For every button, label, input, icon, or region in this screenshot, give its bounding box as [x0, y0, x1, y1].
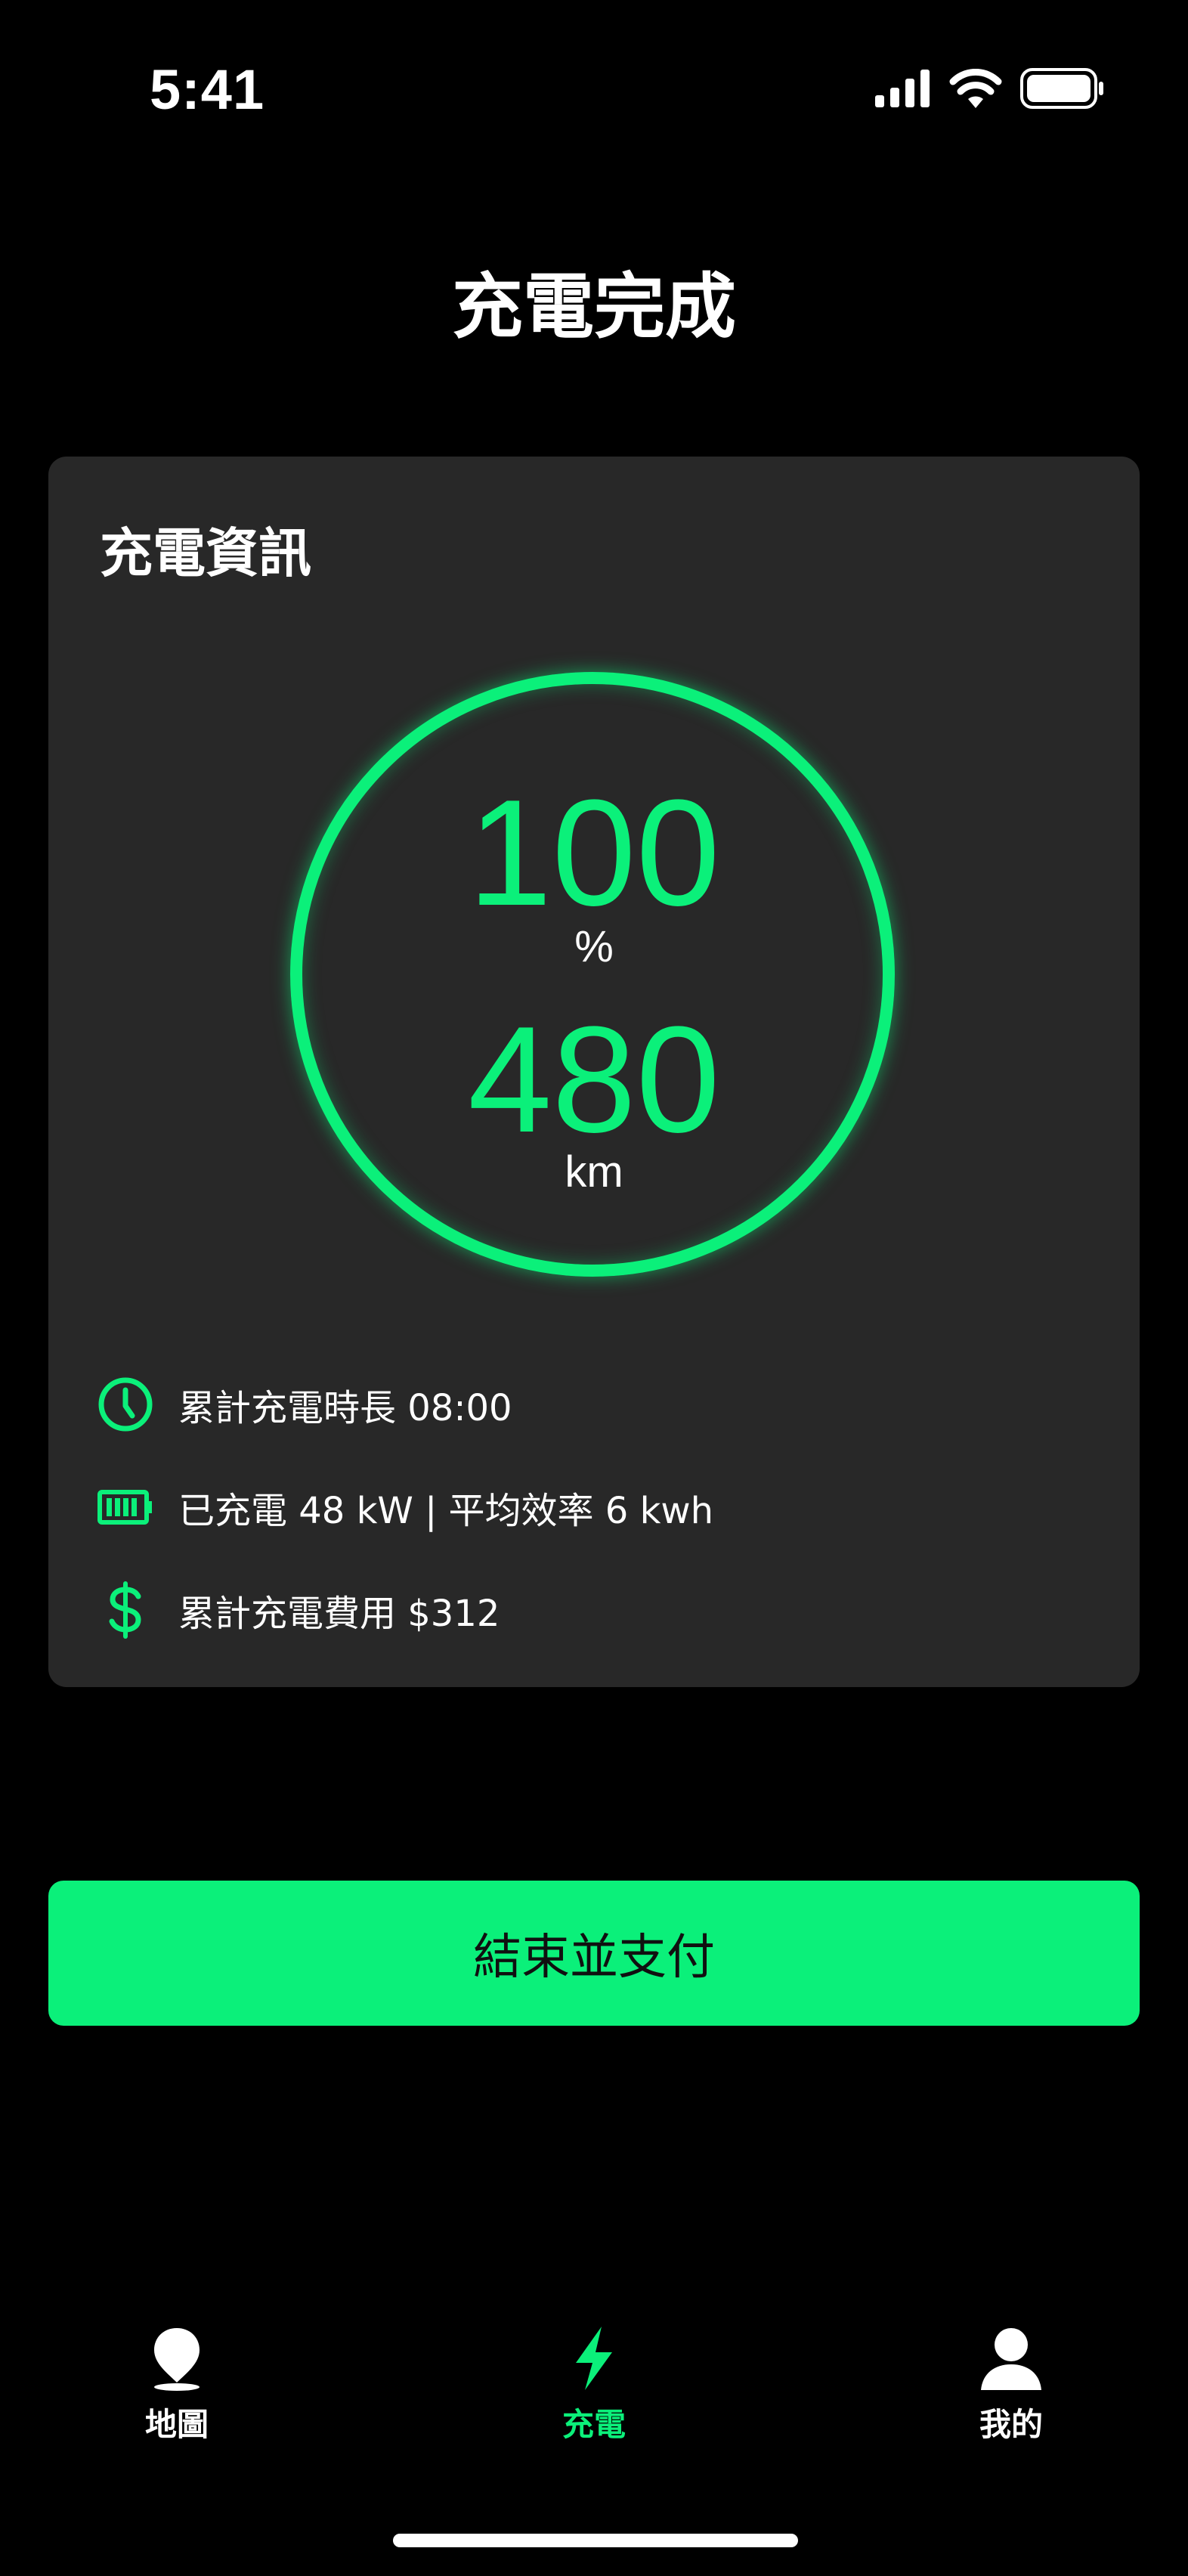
info-row-cost: 累計充電費用 $312 — [97, 1581, 500, 1639]
percent-unit: % — [574, 922, 614, 971]
tab-charging[interactable]: 充電 — [496, 2325, 692, 2445]
tab-map[interactable]: 地圖 — [79, 2325, 275, 2445]
signal-icon — [875, 70, 930, 107]
info-row-energy: 已充電 48 kW | 平均效率 6 kwh — [97, 1478, 713, 1536]
dollar-icon — [97, 1581, 154, 1639]
home-indicator — [393, 2534, 798, 2547]
range-value: 480 — [468, 995, 720, 1164]
charging-info-card: 充電資訊 100 % 480 km 累計充電時長 08:00 已充電 48 kW… — [48, 457, 1140, 1687]
status-time: 5:41 — [150, 58, 265, 121]
info-text: 已充電 48 kW | 平均效率 6 kwh — [178, 1490, 714, 1532]
lightning-icon — [576, 2327, 612, 2390]
tab-profile[interactable]: 我的 — [913, 2325, 1109, 2445]
tab-label: 我的 — [979, 2406, 1043, 2443]
page-title: 充電完成 — [451, 266, 736, 348]
info-row-duration: 累計充電時長 08:00 — [97, 1376, 512, 1433]
battery-percent-value: 100 — [468, 769, 720, 937]
clock-icon — [97, 1376, 154, 1433]
wifi-icon — [949, 69, 1002, 108]
info-text: 累計充電時長 08:00 — [178, 1387, 512, 1429]
end-and-pay-button[interactable]: 結束並支付 — [48, 1881, 1140, 2026]
tab-label: 充電 — [562, 2406, 626, 2443]
range-unit: km — [565, 1147, 623, 1197]
card-title: 充電資訊 — [100, 522, 311, 584]
battery-icon — [97, 1478, 154, 1536]
info-text: 累計充電費用 $312 — [178, 1593, 500, 1635]
battery-status-icon — [1020, 68, 1103, 109]
tab-label: 地圖 — [144, 2406, 209, 2443]
user-icon — [981, 2328, 1041, 2390]
status-icons — [875, 68, 1105, 109]
map-pin-icon — [154, 2328, 200, 2391]
